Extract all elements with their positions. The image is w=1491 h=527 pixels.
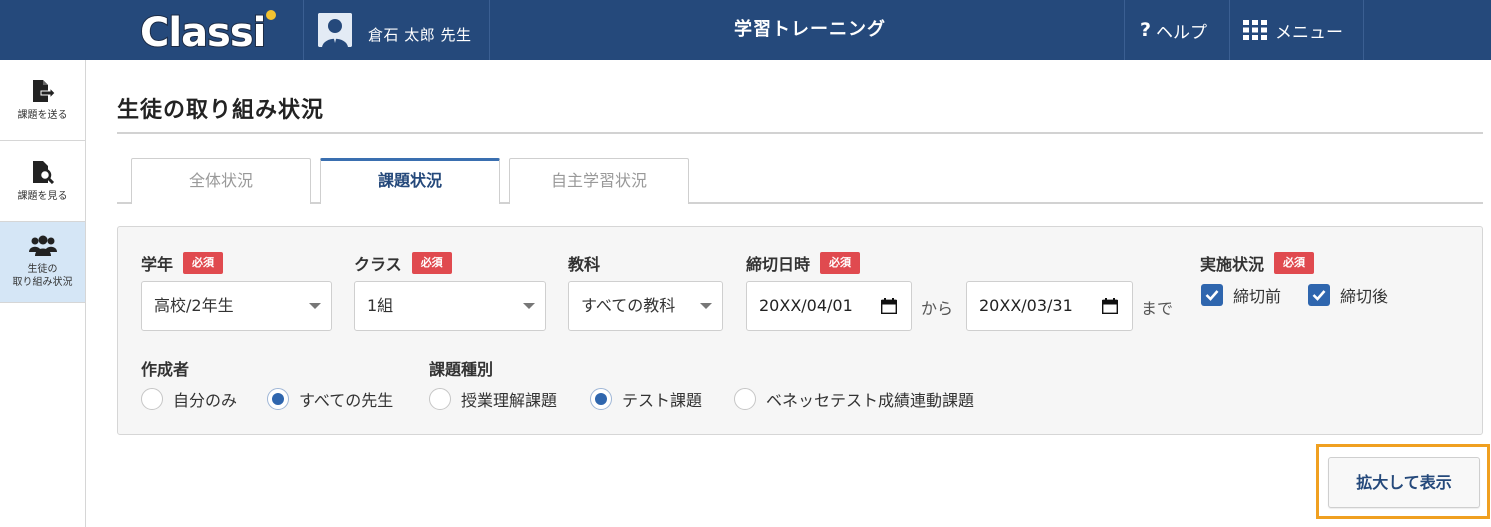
user-info[interactable]: 倉石 太郎 先生 <box>318 13 472 47</box>
deadline-label: 締切日時 必須 <box>746 251 861 275</box>
calendar-icon[interactable] <box>1102 298 1118 314</box>
required-badge: 必須 <box>820 252 861 274</box>
class-label: クラス 必須 <box>354 251 452 275</box>
creator-self-radio[interactable]: 自分のみ <box>141 387 237 411</box>
menu-label: メニュー <box>1275 22 1343 43</box>
user-icon <box>318 13 352 47</box>
top-header: Classi 倉石 太郎 先生 学習トレーニング ? ヘルプ メニュー <box>0 0 1491 60</box>
until-text: まで <box>1141 299 1174 318</box>
menu-button[interactable]: メニュー <box>1243 0 1343 60</box>
chevron-down-icon <box>309 303 321 309</box>
subject-select[interactable]: すべての教科 <box>568 281 723 331</box>
sidebar-item-student-progress[interactable]: 生徒の 取り組み状況 <box>0 222 85 303</box>
page-title: 生徒の取り組み状況 <box>117 98 325 123</box>
grid-icon <box>1243 20 1267 40</box>
task-type-label: 課題種別 <box>429 360 494 379</box>
logo-text: Classi <box>140 10 265 56</box>
sidebar-item-label: 課題を見る <box>17 190 68 202</box>
users-icon <box>28 235 57 256</box>
status-label: 実施状況 必須 <box>1200 251 1315 275</box>
sidebar-item-label: 課題を送る <box>17 109 68 121</box>
from-text: から <box>921 299 954 318</box>
required-badge: 必須 <box>183 252 224 274</box>
grade-select[interactable]: 高校/2年生 <box>141 281 332 331</box>
creator-all-radio[interactable]: すべての先生 <box>267 387 393 411</box>
after-deadline-checkbox[interactable]: 締切後 <box>1308 283 1388 307</box>
deadline-to-input[interactable]: 20XX/03/31 <box>966 281 1133 331</box>
chevron-down-icon <box>523 303 535 309</box>
tab-overall-status[interactable]: 全体状況 <box>131 158 311 204</box>
grade-label: 学年 必須 <box>141 251 224 275</box>
subject-label: 教科 <box>568 255 601 274</box>
sidebar-item-label: 生徒の 取り組み状況 <box>12 264 73 288</box>
file-search-icon <box>32 160 54 184</box>
sidebar-item-send-task[interactable]: 課題を送る <box>0 60 85 141</box>
question-icon: ? <box>1140 19 1152 41</box>
required-badge: 必須 <box>411 252 452 274</box>
creator-label: 作成者 <box>141 360 190 379</box>
sidebar-item-view-task[interactable]: 課題を見る <box>0 141 85 222</box>
classi-logo[interactable]: Classi <box>140 2 285 58</box>
class-select[interactable]: 1組 <box>354 281 546 331</box>
task-type-class-radio[interactable]: 授業理解課題 <box>429 387 557 411</box>
sidebar: 課題を送る 課題を見る 生徒の 取り組み状況 <box>0 60 86 527</box>
avatar <box>318 13 352 47</box>
help-label: ヘルプ <box>1156 22 1208 43</box>
chevron-down-icon <box>700 303 712 309</box>
user-name: 倉石 太郎 先生 <box>368 25 472 44</box>
required-badge: 必須 <box>1274 252 1315 274</box>
check-icon <box>1201 284 1223 306</box>
task-type-benesse-radio[interactable]: ベネッセテスト成績連動課題 <box>734 387 974 411</box>
before-deadline-checkbox[interactable]: 締切前 <box>1201 283 1281 307</box>
app-title: 学習トレーニング <box>734 19 886 40</box>
expand-view-button[interactable]: 拡大して表示 <box>1328 457 1480 508</box>
tab-task-status[interactable]: 課題状況 <box>320 158 500 204</box>
file-send-icon <box>32 79 56 102</box>
title-divider <box>117 132 1483 134</box>
tab-self-study-status[interactable]: 自主学習状況 <box>509 158 689 204</box>
calendar-icon[interactable] <box>881 298 897 314</box>
check-icon <box>1308 284 1330 306</box>
deadline-from-input[interactable]: 20XX/04/01 <box>746 281 912 331</box>
help-button[interactable]: ? ヘルプ <box>1140 0 1207 60</box>
task-type-test-radio[interactable]: テスト課題 <box>590 387 702 411</box>
